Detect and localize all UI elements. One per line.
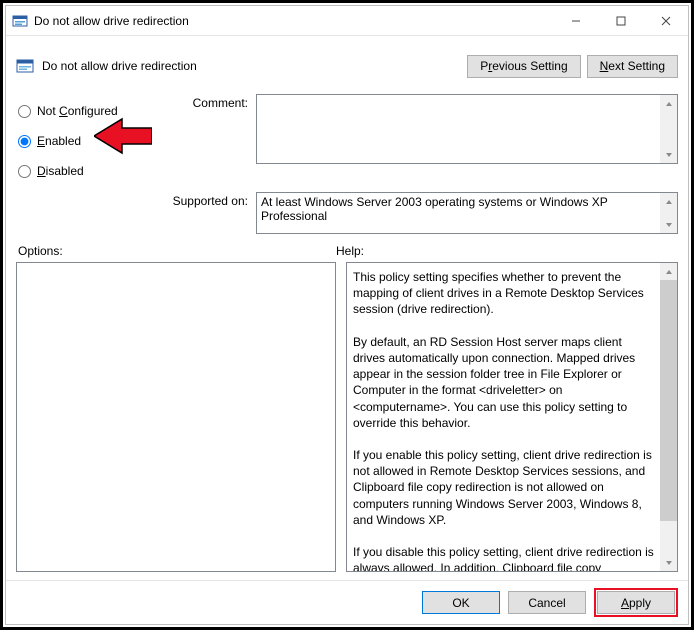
supported-on-box: At least Windows Server 2003 operating s…	[256, 192, 678, 234]
section-labels: Options: Help:	[16, 244, 678, 258]
scroll-up-icon[interactable]	[660, 193, 677, 210]
previous-setting-button[interactable]: Previous Setting	[467, 55, 580, 78]
maximize-button[interactable]	[598, 6, 643, 35]
cancel-button[interactable]: Cancel	[508, 591, 586, 614]
supported-on-value: At least Windows Server 2003 operating s…	[261, 195, 608, 223]
radio-disabled-input[interactable]	[18, 165, 31, 178]
dialog-footer: OK Cancel Apply	[6, 580, 688, 624]
policy-title: Do not allow drive redirection	[42, 59, 467, 73]
options-label: Options:	[16, 244, 336, 258]
apply-button[interactable]: Apply	[597, 591, 675, 614]
panels-row: This policy setting specifies whether to…	[16, 262, 678, 580]
header-row: Do not allow drive redirection Previous …	[16, 46, 678, 86]
radio-disabled[interactable]: Disabled	[16, 156, 156, 186]
policy-window-icon	[12, 13, 28, 29]
window-title: Do not allow drive redirection	[34, 14, 553, 28]
annotation-arrow-icon	[94, 117, 152, 155]
state-comment-row: Not Configured Enabled Disabled Comment:	[16, 94, 678, 186]
radio-not-configured-input[interactable]	[18, 105, 31, 118]
close-button[interactable]	[643, 6, 688, 35]
titlebar: Do not allow drive redirection	[6, 6, 688, 36]
supported-row: Supported on: At least Windows Server 20…	[16, 192, 678, 234]
comment-label: Comment:	[156, 94, 256, 186]
scroll-up-icon[interactable]	[660, 95, 677, 112]
comment-textarea[interactable]	[256, 94, 678, 164]
comment-scrollbar[interactable]	[660, 95, 677, 163]
scroll-down-icon[interactable]	[660, 554, 677, 571]
options-panel	[16, 262, 336, 572]
dialog-body: Do not allow drive redirection Previous …	[6, 36, 688, 580]
state-radios: Not Configured Enabled Disabled	[16, 94, 156, 186]
help-label: Help:	[336, 244, 678, 258]
ok-button[interactable]: OK	[422, 591, 500, 614]
help-scrollbar[interactable]	[660, 263, 677, 571]
scroll-thumb[interactable]	[660, 280, 677, 521]
dialog-window: Do not allow drive redirection	[5, 5, 689, 625]
screenshot-frame: Do not allow drive redirection	[0, 0, 694, 630]
policy-icon	[16, 57, 34, 75]
help-panel: This policy setting specifies whether to…	[346, 262, 678, 572]
annotation-highlight: Apply	[594, 588, 678, 617]
caption-buttons	[553, 6, 688, 35]
help-text: This policy setting specifies whether to…	[353, 269, 657, 572]
minimize-button[interactable]	[553, 6, 598, 35]
scroll-down-icon[interactable]	[660, 216, 677, 233]
supported-scrollbar[interactable]	[660, 193, 677, 233]
radio-enabled-input[interactable]	[18, 135, 31, 148]
scroll-track[interactable]	[660, 280, 677, 554]
scroll-up-icon[interactable]	[660, 263, 677, 280]
scroll-down-icon[interactable]	[660, 146, 677, 163]
next-setting-button[interactable]: Next Setting	[587, 55, 678, 78]
supported-label: Supported on:	[156, 192, 256, 234]
